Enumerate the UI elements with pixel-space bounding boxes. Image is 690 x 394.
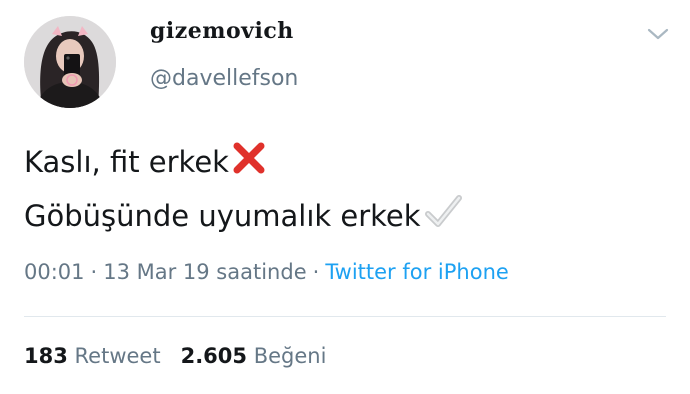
- retweet-label: Retweet: [74, 344, 161, 368]
- author-display-name[interactable]: gizemovich: [150, 18, 294, 44]
- check-mark-emoji-icon: [423, 194, 463, 237]
- divider: [24, 316, 666, 317]
- like-label: Beğeni: [253, 344, 327, 368]
- tweet-stats: 183 Retweet 2.605 Beğeni: [24, 344, 326, 368]
- tweet-text-line-2: Göbüşünde uyumalık erkek: [24, 194, 463, 237]
- tweet-date[interactable]: 13 Mar 19 saatinde: [103, 260, 306, 284]
- tweet-metadata: 00:01 · 13 Mar 19 saatinde · Twitter for iPh…: [24, 260, 509, 284]
- profile-photo-avatar-icon: [24, 16, 116, 108]
- tweet-source-link[interactable]: Twitter for iPhone: [325, 260, 509, 284]
- cross-mark-emoji-icon: [231, 142, 267, 181]
- like-count-link[interactable]: 2.605 Beğeni: [181, 344, 327, 368]
- tweet-text-line-1: Kaslı, fit erkek: [24, 142, 267, 181]
- tweet-text-line-2-text: Göbüşünde uyumalık erkek: [24, 198, 421, 233]
- retweet-count-link[interactable]: 183 Retweet: [24, 344, 161, 368]
- chevron-down-icon[interactable]: [646, 24, 670, 44]
- separator-dot: ·: [312, 260, 320, 284]
- tweet-card: gizemovich @davellefson Kaslı, fit erkek…: [0, 0, 690, 394]
- tweet-text-line-1-text: Kaslı, fit erkek: [24, 144, 229, 179]
- separator-dot: ·: [90, 260, 98, 284]
- retweet-count: 183: [24, 344, 68, 368]
- author-handle[interactable]: @davellefson: [150, 66, 298, 91]
- tweet-time[interactable]: 00:01: [24, 260, 85, 284]
- avatar[interactable]: [24, 16, 116, 108]
- like-count: 2.605: [180, 344, 248, 368]
